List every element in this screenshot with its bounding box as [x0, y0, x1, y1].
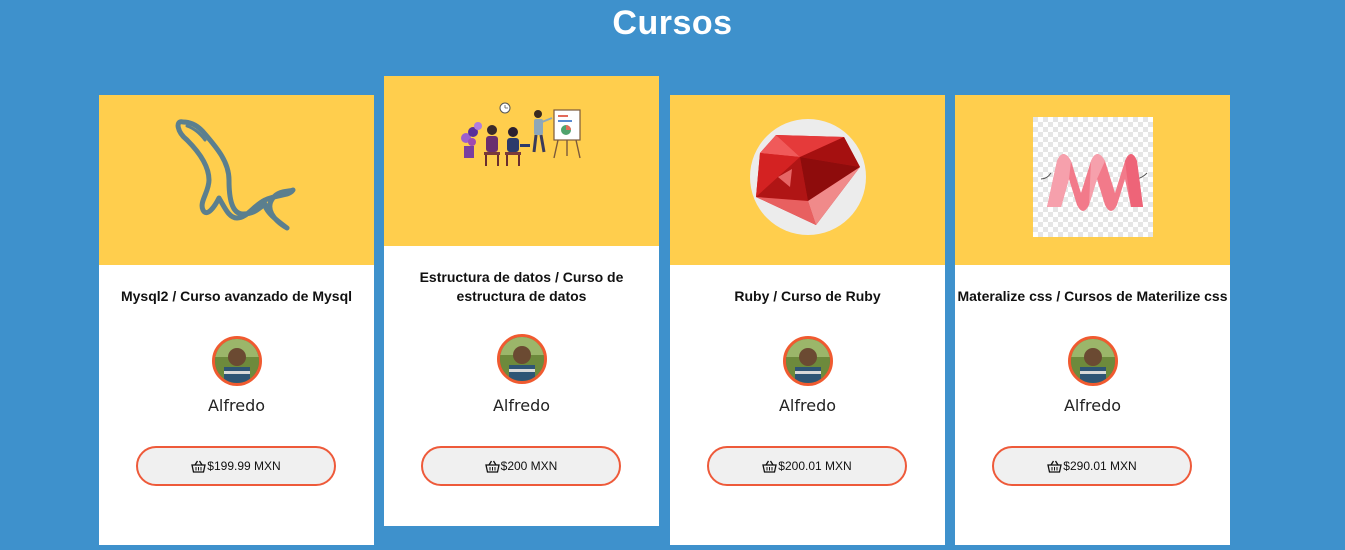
buy-button[interactable]: $200.01 MXN — [707, 446, 907, 486]
avatar — [497, 334, 547, 384]
course-image[interactable] — [384, 76, 659, 246]
buy-button[interactable]: $290.01 MXN — [992, 446, 1192, 486]
page-title: Cursos — [612, 4, 733, 42]
price-label: $200.01 MXN — [778, 459, 852, 473]
basket-icon — [762, 460, 778, 473]
classroom-illustration — [461, 102, 581, 166]
course-title: Materalize css / Cursos de Materilize cs… — [957, 288, 1228, 304]
avatar — [212, 336, 262, 386]
course-image[interactable] — [99, 95, 374, 265]
author-name: Alfredo — [207, 396, 266, 415]
ruby-gem-icon — [750, 119, 866, 235]
course-card[interactable]: Mysql2 / Curso avanzado de Mysql Alfredo… — [99, 95, 374, 545]
basket-icon — [484, 460, 500, 473]
course-title: Estructura de datos / Curso de estructur… — [419, 269, 624, 304]
course-title: Mysql2 / Curso avanzado de Mysql — [120, 288, 353, 304]
buy-button[interactable]: $199.99 MXN — [136, 446, 336, 486]
course-title: Ruby / Curso de Ruby — [734, 288, 881, 304]
materialize-logo-icon — [1033, 117, 1153, 237]
course-card[interactable]: Estructura de datos / Curso de estructur… — [384, 76, 659, 526]
basket-icon — [1047, 460, 1063, 473]
avatar — [1068, 336, 1118, 386]
course-image[interactable] — [670, 95, 945, 265]
price-label: $199.99 MXN — [207, 459, 281, 473]
avatar — [783, 336, 833, 386]
buy-button[interactable]: $200 MXN — [421, 446, 621, 486]
course-card[interactable]: Ruby / Curso de Ruby Alfredo $200.01 MXN — [670, 95, 945, 545]
author-name: Alfredo — [1063, 396, 1122, 415]
price-label: $290.01 MXN — [1063, 459, 1137, 473]
basket-icon — [191, 460, 207, 473]
price-label: $200 MXN — [500, 459, 558, 473]
course-image[interactable] — [955, 95, 1230, 265]
course-card[interactable]: Materalize css / Cursos de Materilize cs… — [955, 95, 1230, 545]
author-name: Alfredo — [778, 396, 837, 415]
mysql-dolphin-icon — [175, 119, 296, 231]
author-name: Alfredo — [492, 396, 551, 415]
